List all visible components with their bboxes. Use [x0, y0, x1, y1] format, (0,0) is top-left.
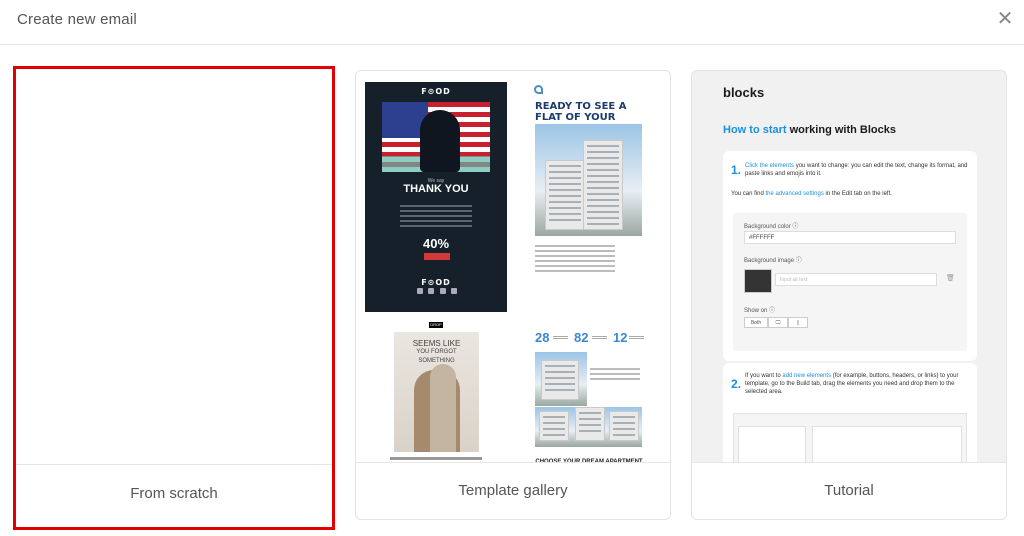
close-icon[interactable]: ✕	[996, 9, 1014, 29]
image-thumbnail	[744, 269, 772, 293]
advanced-settings-text: You can find the advanced settings in th…	[731, 191, 892, 197]
caption-line	[390, 457, 482, 460]
couple-heading: SEEMS LIKE YOU FORGOT SOMETHING	[412, 339, 461, 364]
thank-you-heading: THANK YOU	[403, 183, 469, 195]
tutorial-label: Tutorial	[692, 462, 1006, 519]
trash-icon: 🗑	[946, 275, 955, 282]
body-text-lines	[400, 202, 472, 230]
tutorial-card[interactable]: blocks How to start working with Blocks …	[691, 70, 1007, 520]
settings-mock: Background color ⓘ #FFFFFF Background im…	[733, 213, 967, 351]
step-one-panel: 1. Click the elements you want to change…	[723, 151, 977, 361]
blocks-logo: blocks	[723, 85, 765, 100]
stat-caption	[553, 335, 568, 340]
apartment-photo	[535, 352, 587, 406]
discount-text: 40%	[422, 236, 450, 251]
soldier-silhouette	[420, 110, 460, 172]
dialog-title: Create new email	[17, 11, 137, 28]
step-number: 1.	[731, 163, 742, 177]
apartment-text-lines	[535, 242, 615, 275]
apartment-text-lines	[590, 365, 640, 383]
alt-text-input: Input alt text	[775, 273, 937, 286]
step-number: 2.	[731, 377, 742, 391]
drop-badge: DROP	[429, 322, 443, 328]
mobile-icon: ▯	[788, 317, 808, 328]
step-two-text: If you want to add new elements (for exa…	[745, 373, 959, 395]
from-scratch-label: From scratch	[16, 464, 332, 527]
cta-button-preview	[424, 253, 450, 260]
bg-color-input: #FFFFFF	[744, 231, 956, 244]
bg-color-label: Background color ⓘ	[744, 224, 799, 230]
house-logo-icon	[534, 85, 543, 94]
bg-image-label: Background image ⓘ	[744, 258, 802, 264]
stat-caption	[592, 335, 607, 340]
food-logo-footer: F⊙OD	[421, 278, 451, 287]
apartment-template-thumbnail: READY TO SEE A FLAT OF YOUR DREAMS? 28 8…	[534, 82, 644, 465]
fashion-template-thumbnail: SEEMS LIKE YOU FORGOT SOMETHING	[394, 332, 479, 452]
stat-value: 82	[574, 330, 589, 345]
stat-value: 12	[613, 330, 628, 345]
food-logo: F⊙OD	[421, 87, 451, 96]
build-area-mock	[733, 413, 967, 465]
food-template-thumbnail: F⊙OD We say THANK YOU 40% F⊙OD	[365, 82, 507, 312]
step-two-panel: 2. If you want to add new elements (for …	[723, 363, 977, 465]
tutorial-heading: How to start working with Blocks	[723, 124, 896, 136]
stat-caption	[629, 335, 644, 340]
device-toggle: Both 🖵 ▯	[744, 317, 808, 328]
couple-photo-figure	[430, 364, 456, 452]
apartment-photo	[535, 124, 642, 236]
apartment-photo	[535, 407, 642, 447]
social-icons	[417, 288, 457, 294]
template-gallery-label: Template gallery	[356, 462, 670, 519]
from-scratch-card[interactable]: From scratch	[13, 66, 335, 530]
tutorial-preview: blocks How to start working with Blocks …	[692, 71, 1006, 465]
show-on-label: Show on ⓘ	[744, 308, 776, 314]
template-gallery-card[interactable]: F⊙OD We say THANK YOU 40% F⊙OD DROP SEEM…	[355, 70, 671, 520]
both-option: Both	[744, 317, 768, 328]
blank-preview	[16, 69, 332, 465]
step-one-text: Click the elements you want to change: y…	[745, 163, 968, 177]
dialog-header: Create new email ✕	[0, 0, 1024, 45]
desktop-icon: 🖵	[768, 317, 788, 328]
template-gallery-preview: F⊙OD We say THANK YOU 40% F⊙OD DROP SEEM…	[356, 71, 670, 465]
stat-value: 28	[535, 330, 550, 345]
